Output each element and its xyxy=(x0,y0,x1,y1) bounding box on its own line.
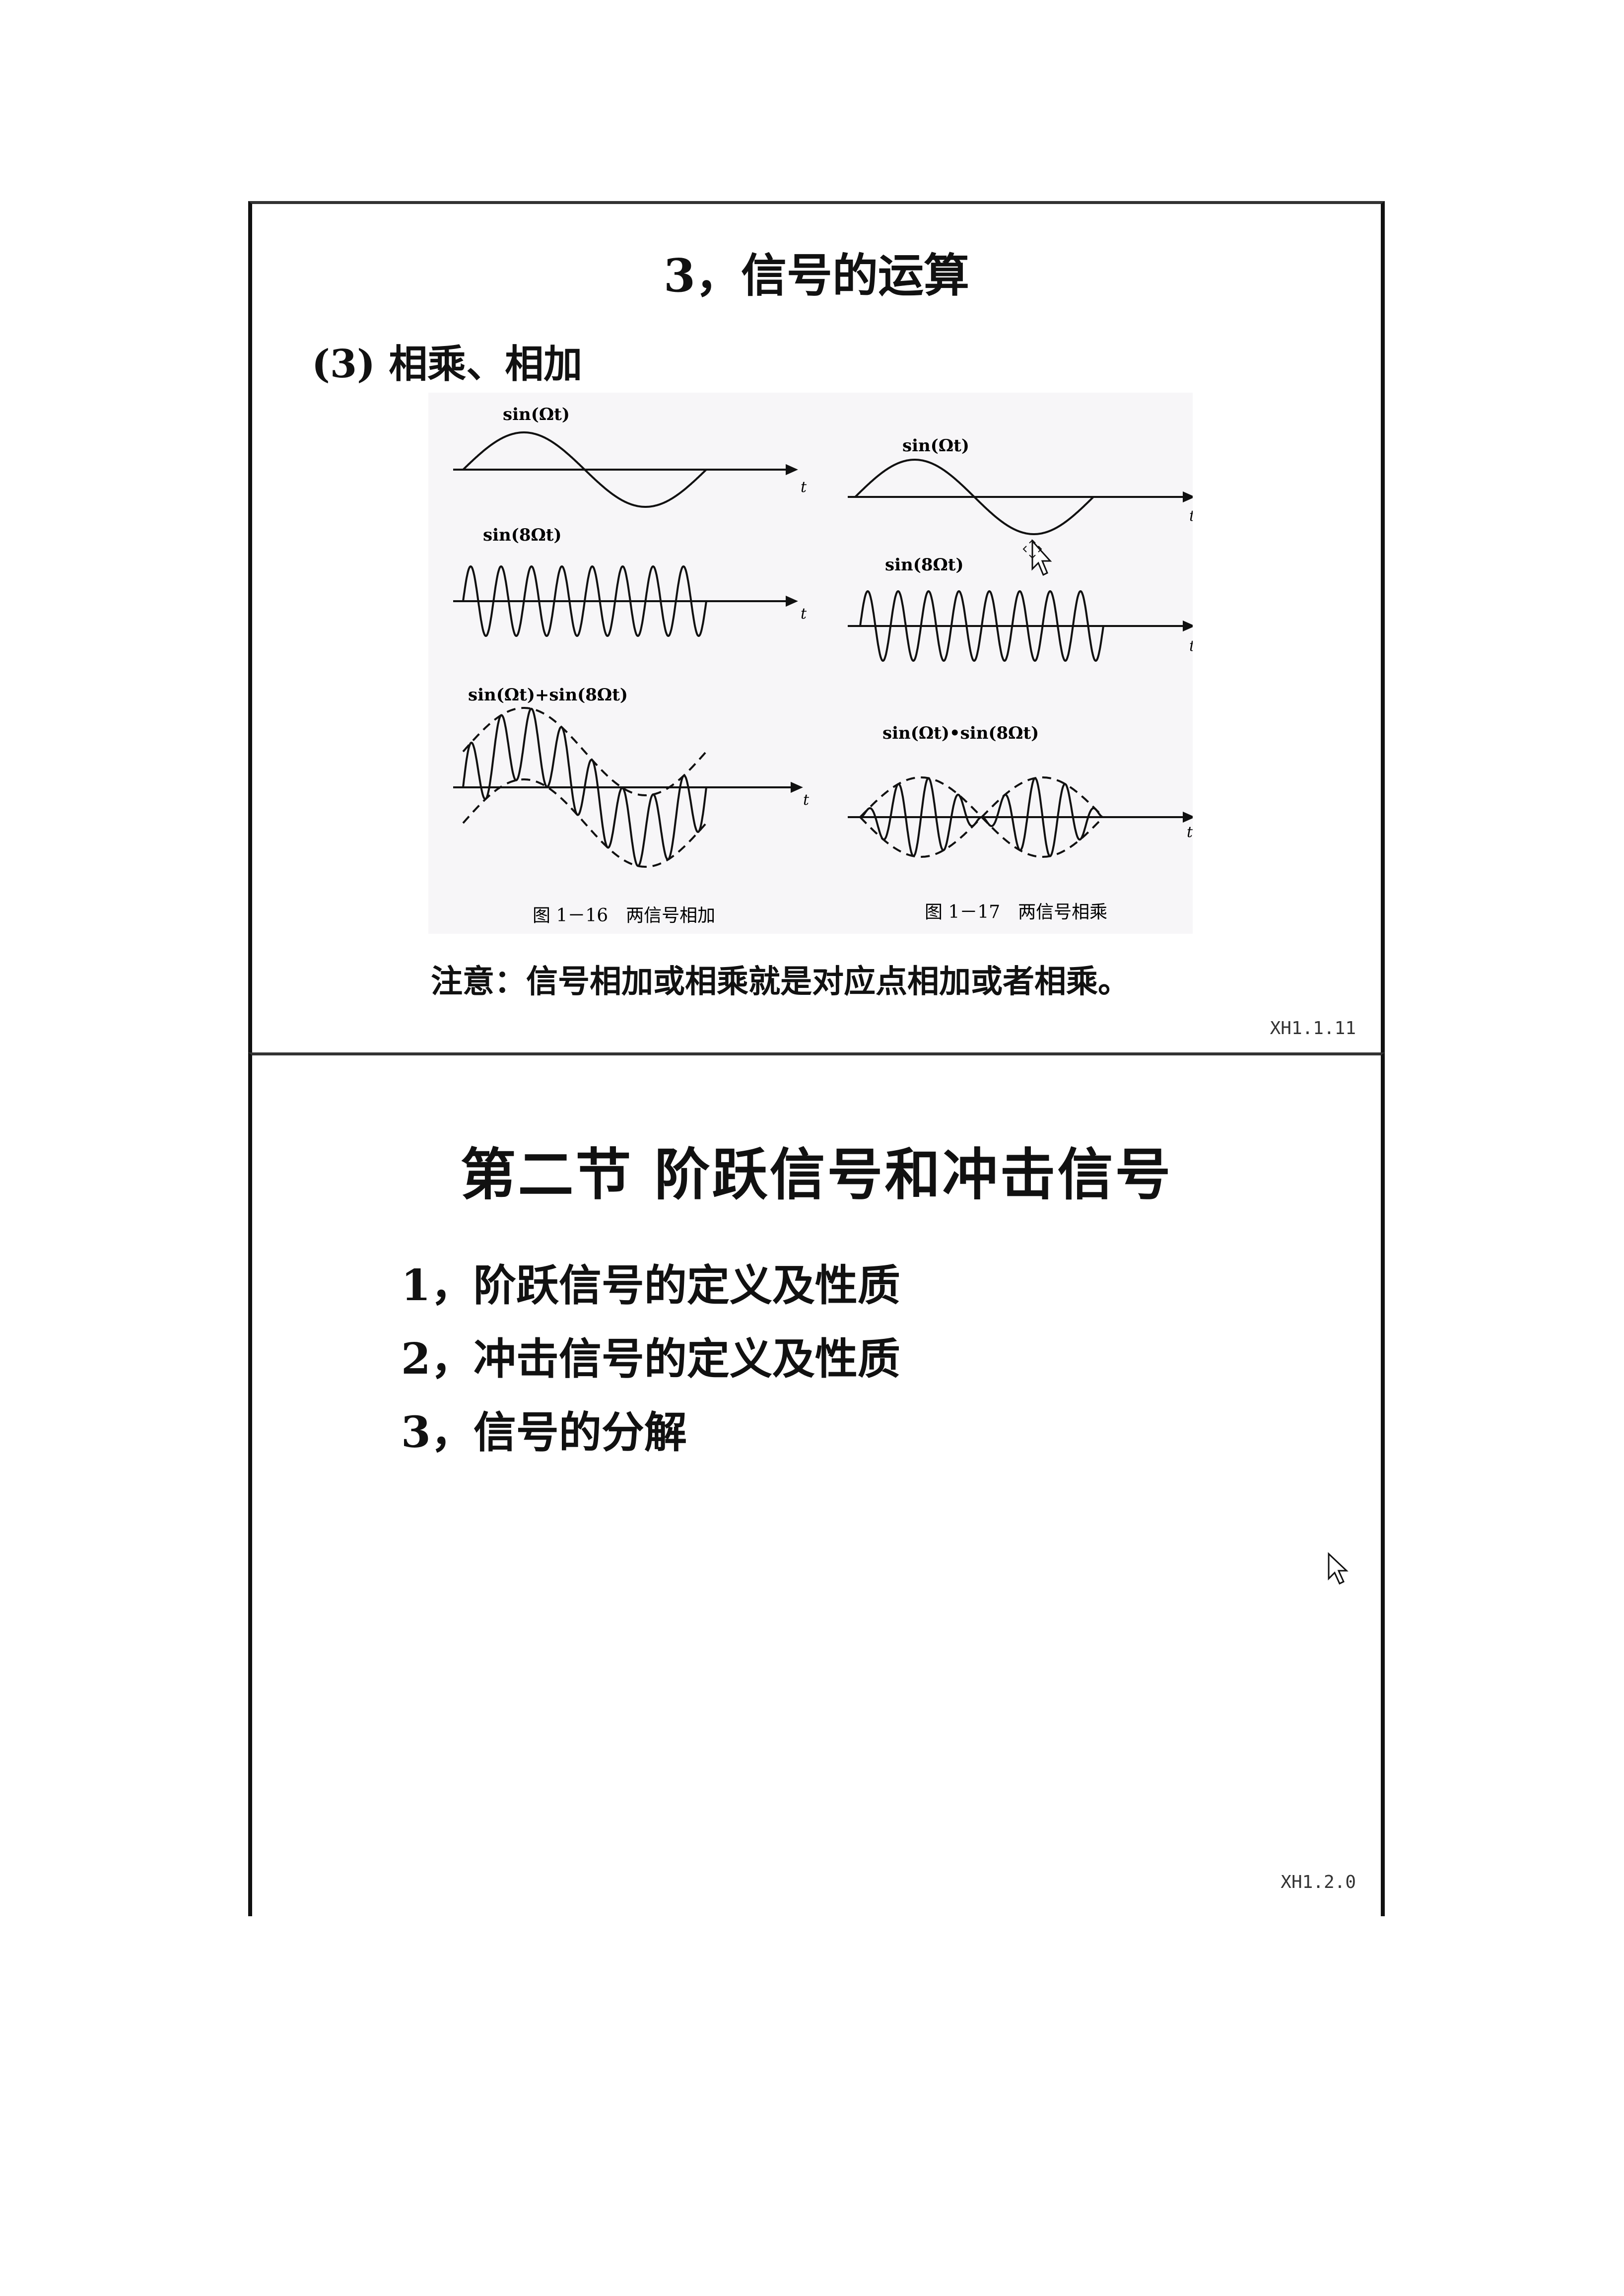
list-item: 3，信号的分解 xyxy=(401,1407,687,1458)
slide-number: XH1.1.11 xyxy=(1270,1018,1356,1039)
list-item: 1，阶跃信号的定义及性质 xyxy=(401,1260,900,1311)
slide-signal-operations: 3，信号的运算 (3) 相乘、相加 sin(Ωt) sin(8Ωt) sin(Ω… xyxy=(248,201,1385,1052)
axis-t-label: t xyxy=(803,791,810,809)
slide-title: 第二节 阶跃信号和冲击信号 xyxy=(460,1142,1173,1207)
move-cursor-icon xyxy=(1022,539,1052,576)
left-panel2-label: sin(8Ωt) xyxy=(483,525,562,545)
axis-t-label: t xyxy=(801,479,807,496)
left-panel1-label: sin(Ωt) xyxy=(503,405,570,424)
slide-step-impulse: 第二节 阶跃信号和冲击信号 1，阶跃信号的定义及性质 2，冲击信号的定义及性质 … xyxy=(248,1052,1385,1916)
note-text: 注意：信号相加或相乘就是对应点相加或者相乘。 xyxy=(431,963,1130,1000)
right-panel1-label: sin(Ωt) xyxy=(902,436,969,456)
left-figure-caption: 图 1－16 两信号相加 xyxy=(533,905,715,926)
axis-t-label: t xyxy=(1189,507,1193,525)
right-figure-caption: 图 1－17 两信号相乘 xyxy=(925,902,1107,922)
list-item: 2，冲击信号的定义及性质 xyxy=(401,1334,900,1384)
right-panel3-label: sin(Ωt)•sin(8Ωt) xyxy=(882,723,1039,743)
slide-number: XH1.2.0 xyxy=(1281,1872,1356,1892)
arrow-cursor-icon xyxy=(1328,1552,1349,1585)
section-subheading: (3) 相乘、相加 xyxy=(312,342,583,387)
axis-t-label: t xyxy=(801,605,807,623)
signal-waveform-figure: sin(Ωt) sin(8Ωt) sin(Ωt)+sin(8Ωt) sin(Ωt… xyxy=(428,393,1193,934)
left-panel3-label: sin(Ωt)+sin(8Ωt) xyxy=(468,685,628,705)
axis-t-label: t xyxy=(1187,824,1193,841)
slide-title: 3，信号的运算 xyxy=(663,249,969,302)
right-panel2-label: sin(8Ωt) xyxy=(885,555,964,575)
topic-list: 1，阶跃信号的定义及性质 2，冲击信号的定义及性质 3，信号的分解 xyxy=(401,1249,900,1469)
axis-t-label: t xyxy=(1189,637,1193,655)
